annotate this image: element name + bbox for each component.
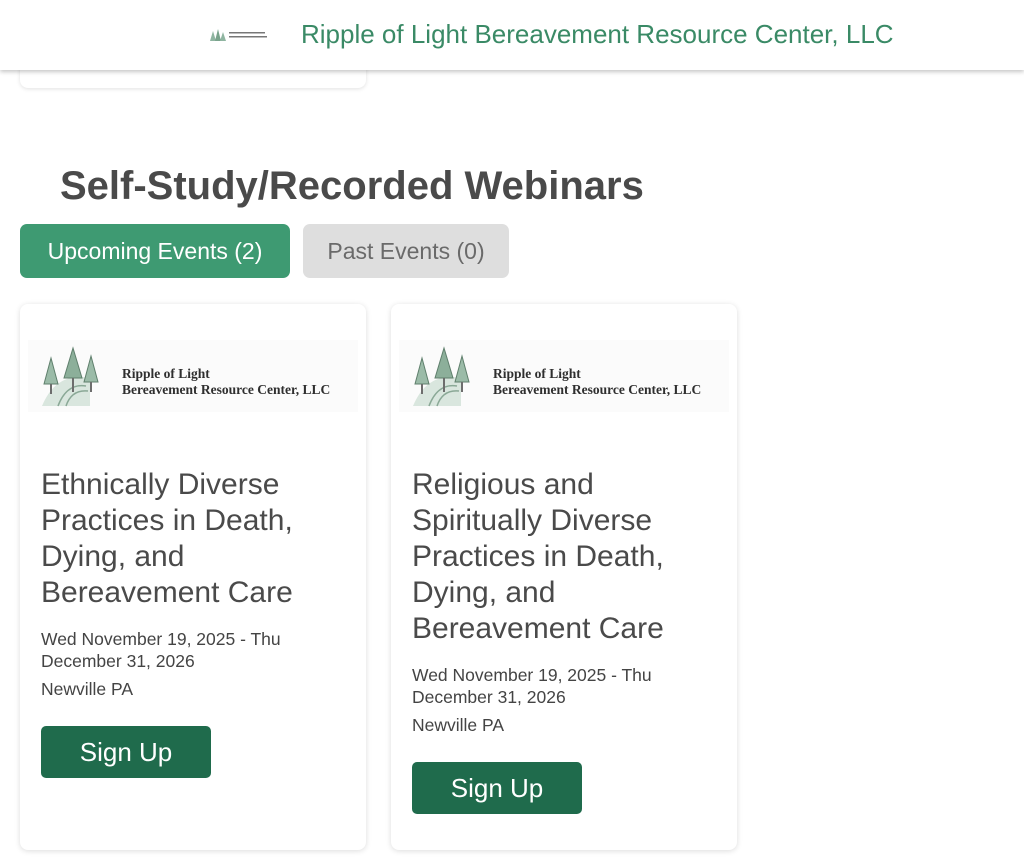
event-title[interactable]: Ethnically Diverse Practices in Death, D… xyxy=(41,467,341,611)
event-meta: Wed November 19, 2025 - Thu December 31,… xyxy=(41,628,341,778)
sign-up-button[interactable]: Sign Up xyxy=(412,762,582,814)
trees-logo-icon xyxy=(42,346,99,407)
event-logo-image: Ripple of Light Bereavement Resource Cen… xyxy=(28,340,358,412)
section-title: Self-Study/Recorded Webinars xyxy=(60,164,644,208)
event-date: Wed November 19, 2025 - Thu December 31,… xyxy=(41,629,281,671)
logo-text-line2: Bereavement Resource Center, LLC xyxy=(122,382,331,397)
logo-text-line2: Bereavement Resource Center, LLC xyxy=(493,382,702,397)
logo-text-line1: Ripple of Light xyxy=(493,366,581,381)
site-title-link[interactable]: Ripple of Light Bereavement Resource Cen… xyxy=(301,18,894,50)
tab-past-events[interactable]: Past Events (0) xyxy=(303,224,509,278)
event-card: Ripple of Light Bereavement Resource Cen… xyxy=(391,304,737,850)
event-date: Wed November 19, 2025 - Thu December 31,… xyxy=(412,665,652,707)
event-logo-image: Ripple of Light Bereavement Resource Cen… xyxy=(399,340,729,412)
event-location: Newville PA xyxy=(412,715,505,735)
event-location: Newville PA xyxy=(41,679,134,699)
sign-up-button[interactable]: Sign Up xyxy=(41,726,211,778)
event-title[interactable]: Religious and Spiritually Diverse Practi… xyxy=(412,467,712,647)
ripple-of-light-logo-icon[interactable] xyxy=(208,28,268,42)
tab-upcoming-events[interactable]: Upcoming Events (2) xyxy=(20,224,290,278)
site-header: Ripple of Light Bereavement Resource Cen… xyxy=(0,0,1024,70)
logo-text-line1: Ripple of Light xyxy=(122,366,210,381)
trees-logo-icon xyxy=(413,346,470,407)
event-card: Ripple of Light Bereavement Resource Cen… xyxy=(20,304,366,850)
event-meta: Wed November 19, 2025 - Thu December 31,… xyxy=(412,664,712,814)
